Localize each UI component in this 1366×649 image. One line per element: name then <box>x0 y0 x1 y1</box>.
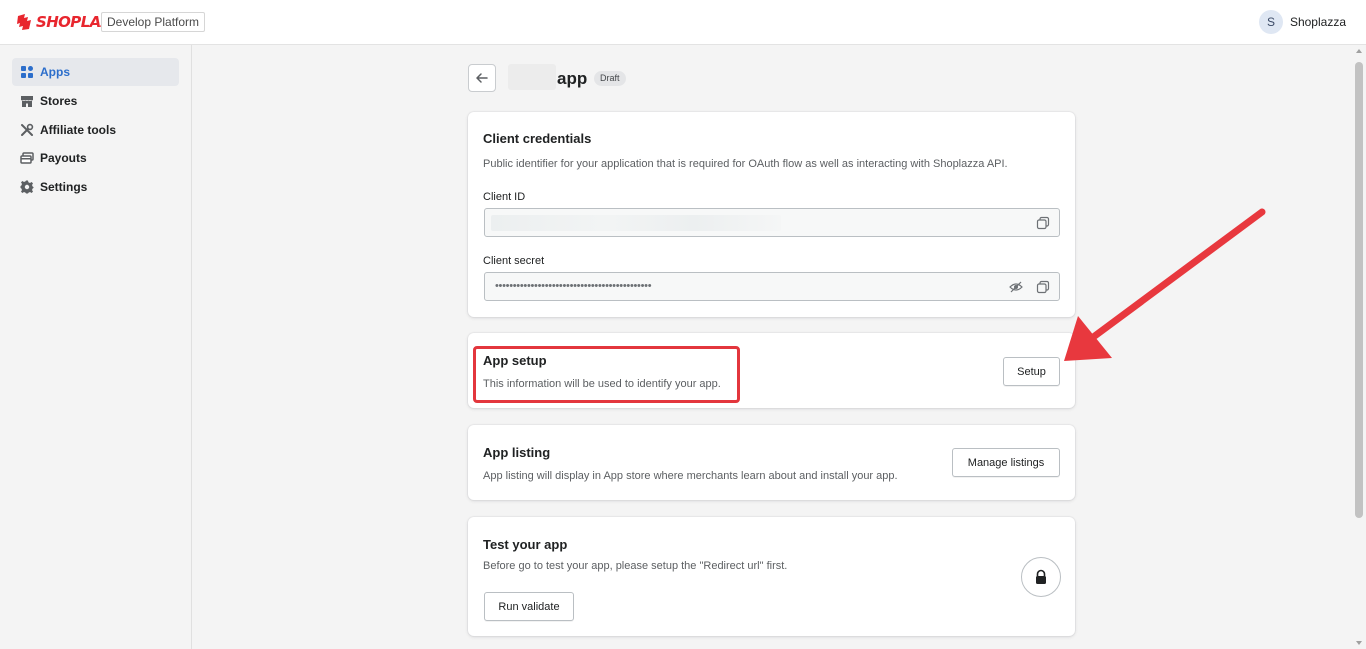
eye-off-icon[interactable] <box>1009 280 1023 294</box>
page-title: app <box>557 69 588 88</box>
sidebar-item-settings[interactable]: Settings <box>12 173 179 201</box>
sidebar-item-stores[interactable]: Stores <box>12 87 179 115</box>
client-secret-value: ••••••••••••••••••••••••••••••••••••••••… <box>495 280 652 292</box>
settings-icon <box>20 180 34 194</box>
sidebar-item-apps[interactable]: Apps <box>12 58 179 86</box>
sidebar-item-affiliate-tools[interactable]: Affiliate tools <box>12 116 179 144</box>
status-badge: Draft <box>594 71 626 86</box>
sidebar-item-payouts[interactable]: Payouts <box>12 144 179 172</box>
sidebar-item-label: Payouts <box>40 151 87 165</box>
apps-icon <box>21 66 33 78</box>
sidebar-item-label: Apps <box>40 65 70 79</box>
tools-icon <box>21 123 34 136</box>
card-title: App listing <box>483 445 551 460</box>
user-menu[interactable]: S Shoplazza <box>1258 10 1346 34</box>
client-credentials-card: Client credentials Public identifier for… <box>468 112 1075 317</box>
test-app-card: Test your app Before go to test your app… <box>468 517 1075 636</box>
sidebar-item-label: Settings <box>40 180 88 194</box>
redacted-app-name <box>508 64 556 90</box>
sidebar-item-label: Affiliate tools <box>40 123 117 137</box>
store-icon <box>21 96 33 107</box>
client-id-label: Client ID <box>483 191 526 203</box>
sidebar-item-label: Stores <box>40 94 78 108</box>
payouts-icon <box>20 152 34 164</box>
lock-icon <box>1036 569 1046 584</box>
app-listing-card: App listing App listing will display in … <box>468 425 1075 500</box>
lock-button[interactable] <box>1021 557 1061 597</box>
client-secret-label: Client secret <box>483 255 545 267</box>
card-description: Before go to test your app, please setup… <box>483 560 788 572</box>
top-bar: SHOPLAZZA Develop Platform S Shoplazza <box>0 0 1366 45</box>
copy-icon[interactable] <box>1036 216 1050 230</box>
scroll-up-arrow-icon[interactable] <box>1356 49 1362 53</box>
avatar[interactable]: S <box>1258 10 1283 34</box>
scrollbar-thumb[interactable] <box>1355 62 1363 518</box>
annotation-highlight-box <box>473 346 740 403</box>
card-description: Public identifier for your application t… <box>483 158 1008 170</box>
card-title: Test your app <box>483 537 568 552</box>
shoplazza-logo-icon <box>17 14 31 30</box>
card-title: Client credentials <box>483 131 592 146</box>
sidebar: Apps Stores Affiliate tools Payouts Sett… <box>0 45 192 649</box>
scroll-down-arrow-icon[interactable] <box>1356 641 1362 645</box>
user-name[interactable]: Shoplazza <box>1290 15 1346 29</box>
redacted-client-id <box>491 215 781 231</box>
card-description: App listing will display in App store wh… <box>483 470 898 482</box>
client-secret-field[interactable]: ••••••••••••••••••••••••••••••••••••••••… <box>484 272 1060 301</box>
manage-listings-button[interactable]: Manage listings <box>952 448 1060 477</box>
arrow-left-icon <box>476 73 488 83</box>
annotation-arrow-icon <box>1064 208 1266 361</box>
platform-tag: Develop Platform <box>101 12 206 32</box>
run-validate-button[interactable]: Run validate <box>484 592 574 621</box>
back-button[interactable] <box>468 64 496 92</box>
scrollbar[interactable] <box>1352 45 1366 649</box>
copy-icon[interactable] <box>1036 280 1050 294</box>
client-id-field[interactable] <box>484 208 1060 237</box>
